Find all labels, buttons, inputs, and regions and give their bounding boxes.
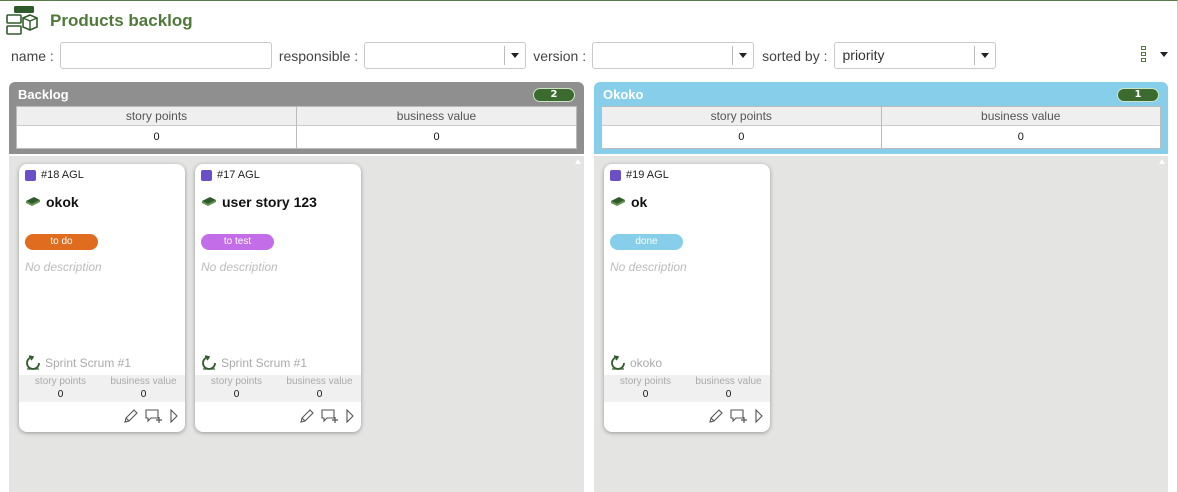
play-icon[interactable]: [754, 408, 764, 424]
story-id: #18 AGL: [41, 169, 84, 181]
story-description: No description: [201, 260, 278, 274]
story-description: No description: [610, 260, 687, 274]
responsible-filter-select[interactable]: [364, 42, 527, 69]
add-comment-icon[interactable]: [730, 408, 748, 424]
story-description: No description: [25, 260, 102, 274]
business-value-value: 0: [1017, 131, 1024, 143]
sprint-name[interactable]: Sprint Scrum #1: [221, 356, 307, 370]
card-business-value-value: 0: [140, 389, 147, 400]
pencil-icon[interactable]: [708, 408, 724, 424]
column-backlog: Backlog 2 story points 0 business value …: [9, 82, 584, 492]
card-business-value-value: 0: [316, 389, 323, 400]
story-name: okok: [46, 194, 79, 210]
column-header: Okoko 1 story points 0 business value 0: [594, 82, 1168, 154]
card-story-points-label: story points: [619, 376, 672, 387]
sprint-cycle-icon: [202, 355, 216, 370]
filter-bar: name : responsible : version : sorted by…: [11, 42, 996, 69]
book-icon: [611, 197, 625, 206]
card-business-value-label: business value: [110, 376, 177, 387]
name-filter-input[interactable]: [59, 42, 272, 69]
scroll-up-icon[interactable]: [575, 159, 581, 164]
sprint-name[interactable]: okoko: [630, 356, 662, 370]
story-points-value: 0: [153, 131, 160, 143]
column-body: #19 AGL ok done No description okoko sto…: [594, 156, 1168, 492]
business-value-value: 0: [433, 131, 440, 143]
business-value-label: business value: [881, 107, 1160, 126]
story-card[interactable]: #18 AGL okok to do No description Sprint…: [19, 164, 185, 432]
column-stats: story points 0 business value 0: [16, 106, 577, 149]
card-story-points-value: 0: [57, 389, 64, 400]
version-filter-label: version :: [533, 47, 587, 64]
card-business-value-value: 0: [725, 389, 732, 400]
status-badge[interactable]: done: [610, 234, 683, 250]
story-points-label: story points: [17, 107, 296, 126]
play-icon[interactable]: [169, 408, 179, 424]
page-title: Products backlog: [50, 11, 193, 30]
book-icon: [202, 197, 216, 206]
story-type-icon: [25, 169, 36, 181]
version-filter-select[interactable]: [592, 42, 755, 69]
card-business-value-label: business value: [286, 376, 353, 387]
status-badge[interactable]: to do: [25, 234, 98, 250]
pencil-icon[interactable]: [299, 408, 315, 424]
story-id: #17 AGL: [217, 169, 260, 181]
sprint-cycle-icon: [611, 355, 625, 370]
card-story-points-label: story points: [210, 376, 263, 387]
sort-select[interactable]: priority: [833, 42, 996, 69]
responsible-filter-label: responsible :: [278, 47, 359, 64]
backlog-icon: [6, 6, 38, 35]
card-story-points-value: 0: [233, 389, 240, 400]
pencil-icon[interactable]: [123, 408, 139, 424]
story-card[interactable]: #17 AGL user story 123 to test No descri…: [195, 164, 361, 432]
column-okoko: Okoko 1 story points 0 business value 0 …: [594, 82, 1168, 492]
play-icon[interactable]: [345, 408, 355, 424]
scroll-up-icon[interactable]: [1159, 159, 1165, 164]
column-title: Backlog: [18, 87, 69, 102]
page-header: Products backlog: [6, 5, 193, 37]
options-menu-chevron-icon[interactable]: [1160, 52, 1168, 57]
story-card[interactable]: #19 AGL ok done No description okoko sto…: [604, 164, 770, 432]
add-comment-icon[interactable]: [145, 408, 163, 424]
story-name: user story 123: [222, 194, 317, 210]
chevron-down-icon[interactable]: [504, 46, 525, 65]
sort-filter-label: sorted by :: [762, 47, 828, 64]
add-comment-icon[interactable]: [321, 408, 339, 424]
story-name: ok: [631, 194, 648, 210]
story-type-icon: [201, 169, 212, 181]
story-points-label: story points: [602, 107, 881, 126]
column-header: Backlog 2 story points 0 business value …: [9, 82, 584, 154]
business-value-label: business value: [297, 107, 576, 126]
column-body: #18 AGL okok to do No description Sprint…: [9, 156, 584, 492]
column-count-badge: 1: [1117, 87, 1159, 102]
sort-value: priority: [842, 47, 885, 63]
card-stats: story points 0 business value 0: [195, 375, 361, 402]
card-story-points-label: story points: [34, 376, 87, 387]
card-stats: story points 0 business value 0: [604, 375, 770, 402]
sprint-name[interactable]: Sprint Scrum #1: [45, 356, 131, 370]
column-stats: story points 0 business value 0: [601, 106, 1161, 149]
story-points-value: 0: [738, 131, 745, 143]
sprint-cycle-icon: [26, 355, 40, 370]
status-badge[interactable]: to test: [201, 234, 274, 250]
chevron-down-icon[interactable]: [973, 46, 995, 65]
chevron-down-icon[interactable]: [732, 46, 753, 65]
name-filter-label: name :: [11, 47, 54, 64]
column-title: Okoko: [603, 87, 644, 102]
card-business-value-label: business value: [695, 376, 762, 387]
story-id: #19 AGL: [626, 169, 669, 181]
card-story-points-value: 0: [642, 389, 649, 400]
book-icon: [26, 197, 40, 206]
view-toggle-icon[interactable]: [1141, 46, 1148, 64]
column-count-badge: 2: [533, 87, 575, 102]
story-type-icon: [610, 169, 621, 181]
card-stats: story points 0 business value 0: [19, 375, 185, 402]
